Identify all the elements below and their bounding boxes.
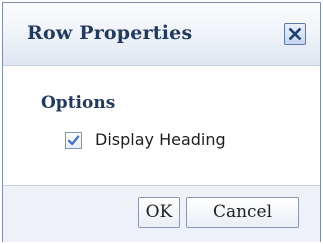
dialog-titlebar: Row Properties: [3, 3, 320, 66]
options-heading: Options: [41, 93, 116, 113]
ok-button[interactable]: OK: [138, 197, 180, 228]
display-heading-label: Display Heading: [95, 130, 226, 149]
row-properties-dialog: Row Properties Options Display Heading O…: [2, 2, 321, 242]
checkmark-icon: [67, 135, 80, 146]
cancel-button[interactable]: Cancel: [186, 197, 299, 228]
dialog-content: Options Display Heading: [3, 66, 320, 184]
close-icon: [288, 27, 302, 41]
dialog-footer: OK Cancel: [3, 185, 320, 242]
display-heading-checkbox[interactable]: [65, 132, 82, 149]
close-button[interactable]: [284, 23, 306, 45]
dialog-title: Row Properties: [27, 22, 193, 44]
